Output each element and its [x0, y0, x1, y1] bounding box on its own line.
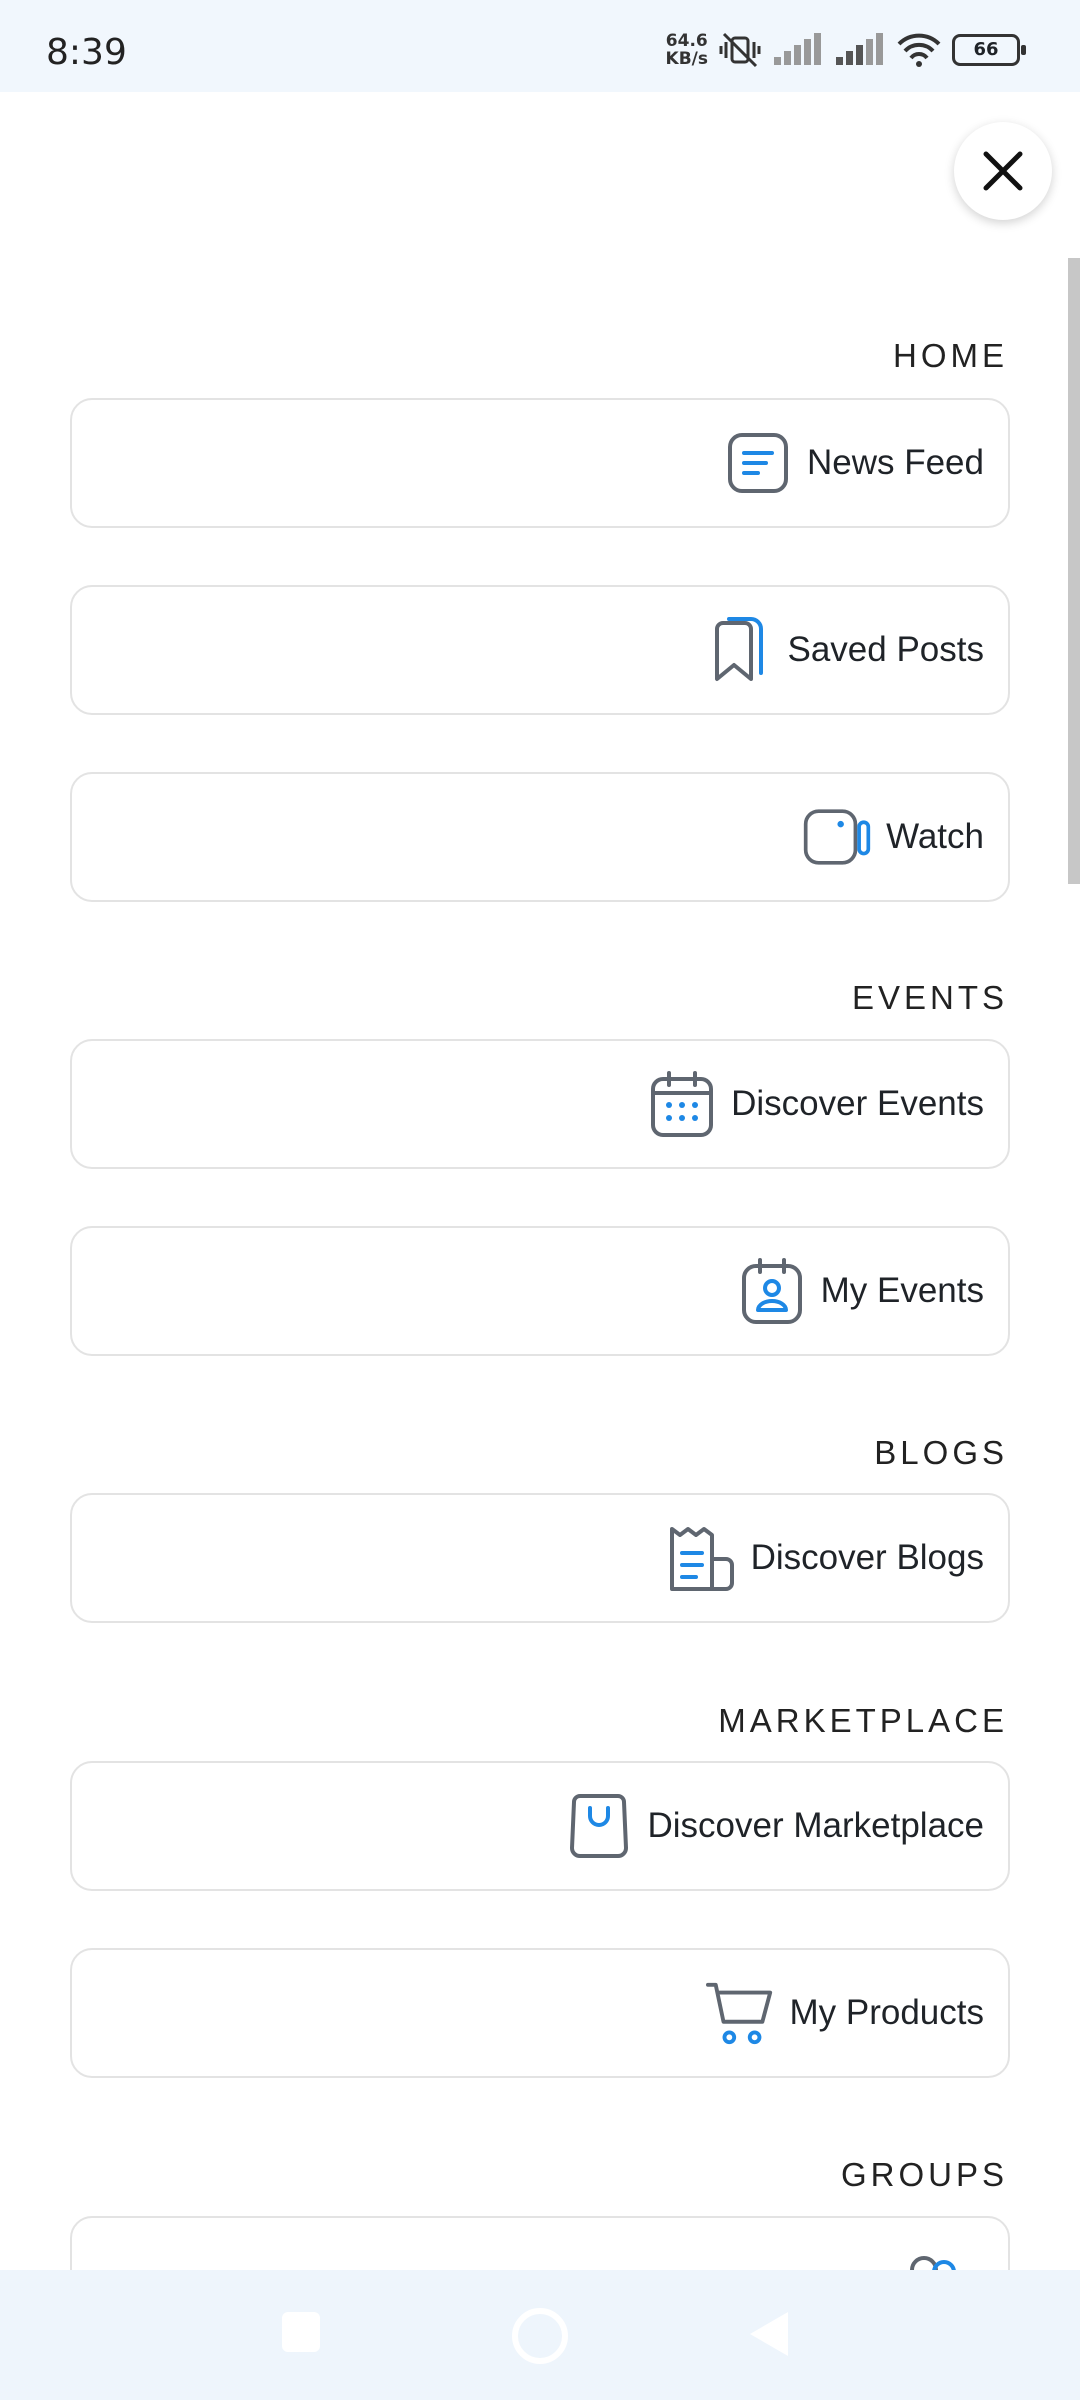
menu-item-discover-blogs[interactable]: Discover Blogs [70, 1493, 1010, 1623]
news-feed-icon [723, 428, 793, 498]
menu-item-label: Discover Blogs [750, 1538, 984, 1577]
video-icon [802, 802, 872, 872]
menu-item-watch[interactable]: Watch [70, 772, 1010, 902]
section-title-marketplace: MARKETPLACE [718, 1702, 1008, 1739]
menu-item-label: Discover Events [731, 1084, 984, 1123]
shopping-bag-icon [564, 1791, 634, 1861]
menu-item-saved-posts[interactable]: Saved Posts [70, 585, 1010, 715]
section-title-groups: GROUPS [840, 2156, 1008, 2193]
cart-icon [705, 1978, 776, 2048]
signal-icon [774, 33, 821, 65]
scrollbar[interactable] [1068, 258, 1080, 884]
home-button[interactable] [512, 2308, 568, 2364]
newspaper-icon [667, 1523, 737, 1593]
section-title-home: HOME [893, 337, 1008, 374]
battery-indicator: 66 [952, 34, 1026, 66]
calendar-user-icon [737, 1256, 807, 1326]
side-menu: HOME News Feed Saved Posts Watch EVENTS … [0, 92, 1080, 2270]
menu-item-my-events[interactable]: My Events [70, 1226, 1010, 1356]
status-bar: 8:39 64.6 KB/s 66 [0, 0, 1080, 92]
menu-item-groups[interactable] [70, 2216, 1010, 2270]
menu-item-label: Discover Marketplace [647, 1806, 985, 1845]
network-speed: 64.6 KB/s [665, 31, 708, 69]
menu-item-label: My Products [789, 1993, 985, 2032]
menu-item-label: Saved Posts [787, 630, 985, 669]
recent-apps-button[interactable] [282, 2312, 320, 2352]
menu-item-my-products[interactable]: My Products [70, 1948, 1010, 2078]
groups-icon [900, 2246, 970, 2270]
menu-item-discover-events[interactable]: Discover Events [70, 1039, 1010, 1169]
wifi-icon [897, 33, 941, 67]
section-title-events: EVENTS [851, 979, 1008, 1016]
section-title-blogs: BLOGS [874, 1434, 1008, 1471]
status-time: 8:39 [46, 32, 127, 73]
calendar-icon [647, 1069, 717, 1139]
signal-icon-2 [836, 33, 883, 65]
menu-item-label: Watch [886, 817, 984, 856]
menu-item-news-feed[interactable]: News Feed [70, 398, 1010, 528]
back-button[interactable] [750, 2312, 788, 2356]
menu-item-label: My Events [820, 1271, 984, 1310]
status-icons: 64.6 KB/s 66 [665, 30, 1026, 70]
menu-item-label: News Feed [806, 443, 984, 482]
bookmark-icon [704, 615, 774, 685]
vibrate-off-icon [719, 32, 761, 68]
menu-item-discover-marketplace[interactable]: Discover Marketplace [70, 1761, 1010, 1891]
system-navigation-bar [0, 2270, 1080, 2400]
